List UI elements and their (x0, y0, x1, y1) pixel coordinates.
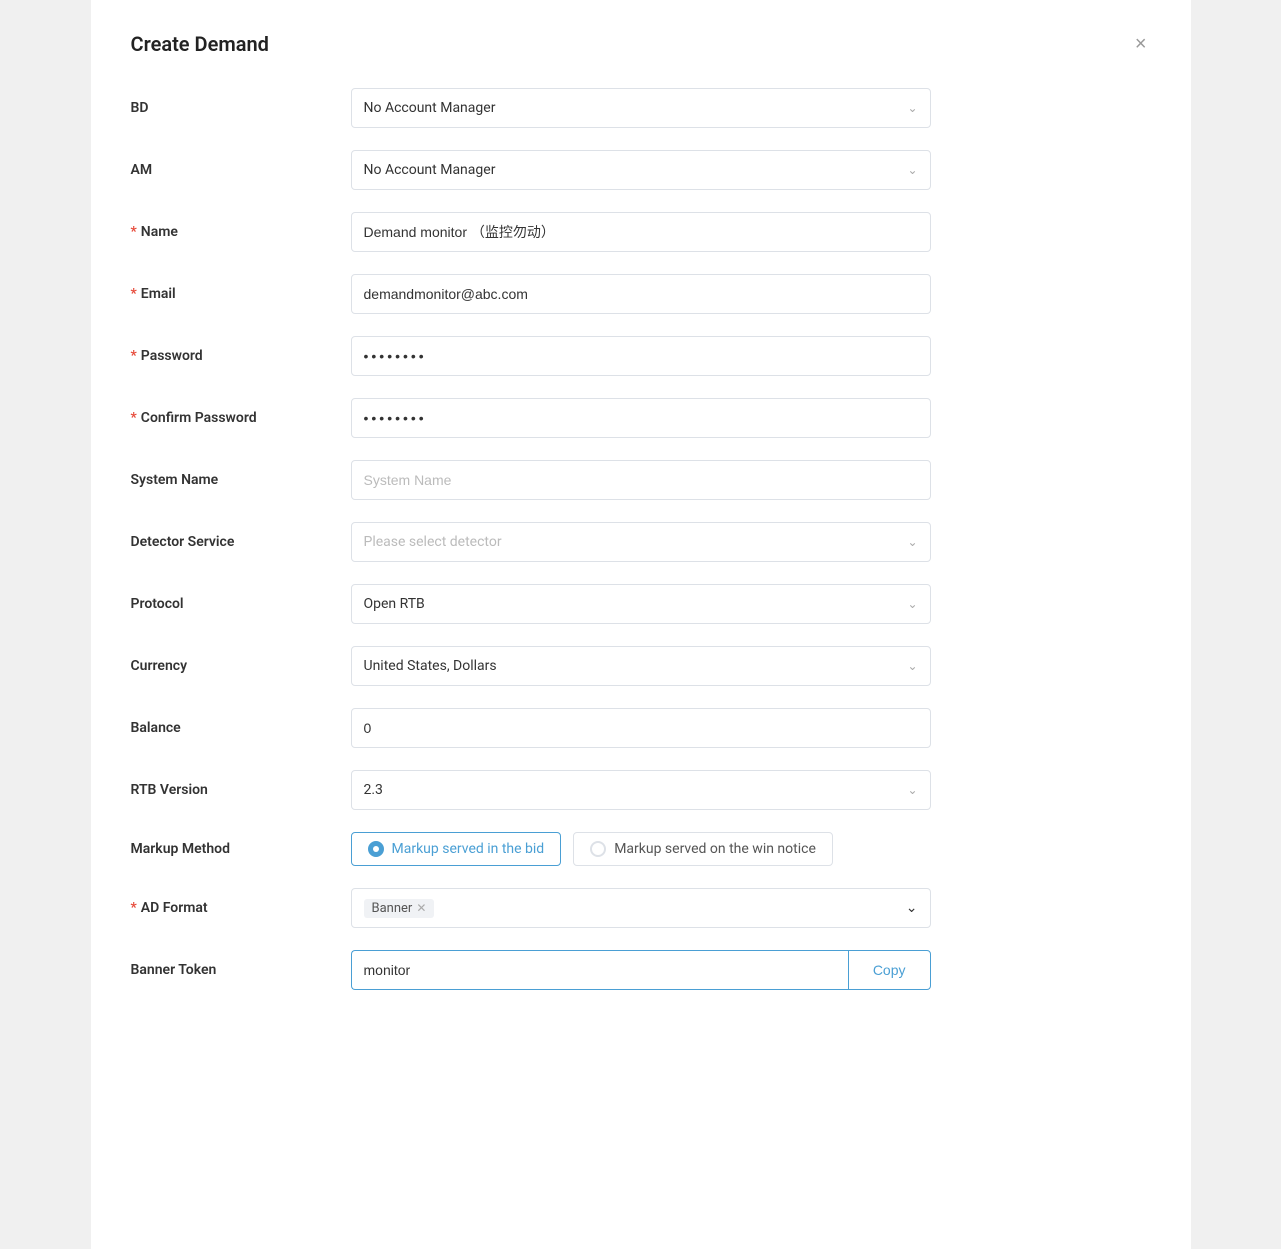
banner-token-input[interactable] (351, 950, 848, 990)
rtb-version-select[interactable]: 2.3 ⌄ (351, 770, 931, 810)
required-star-name: * (131, 224, 137, 240)
banner-token-control: Copy (351, 950, 931, 990)
detector-service-placeholder: Please select detector (364, 534, 502, 550)
rtb-version-control: 2.3 ⌄ (351, 770, 931, 810)
detector-service-chevron-icon: ⌄ (907, 535, 917, 549)
label-protocol: Protocol (131, 596, 351, 612)
detector-service-select[interactable]: Please select detector ⌄ (351, 522, 931, 562)
protocol-select[interactable]: Open RTB ⌄ (351, 584, 931, 624)
name-control (351, 212, 931, 252)
password-control (351, 336, 931, 376)
modal-header: Create Demand × (131, 30, 1151, 58)
markup-method-group: Markup served in the bid Markup served o… (351, 832, 931, 866)
confirm-password-control (351, 398, 931, 438)
markup-method-win-label: Markup served on the win notice (614, 841, 816, 857)
email-control (351, 274, 931, 314)
bd-select[interactable]: No Account Manager ⌄ (351, 88, 931, 128)
rtb-version-value: 2.3 (364, 782, 383, 798)
banner-tag-close-icon[interactable]: ✕ (416, 901, 426, 915)
system-name-control (351, 460, 931, 500)
form-row-protocol: Protocol Open RTB ⌄ (131, 584, 1151, 624)
form-row-balance: Balance (131, 708, 1151, 748)
ad-format-control: Banner ✕ ⌄ (351, 888, 931, 928)
markup-method-win-option[interactable]: Markup served on the win notice (573, 832, 833, 866)
currency-chevron-icon: ⌄ (907, 659, 917, 673)
ad-format-tags: Banner ✕ (364, 899, 435, 918)
label-balance: Balance (131, 720, 351, 736)
radio-circle-win (590, 841, 606, 857)
form-row-banner-token: Banner Token Copy (131, 950, 1151, 990)
balance-input[interactable] (351, 708, 931, 748)
form-row-password: * Password (131, 336, 1151, 376)
protocol-value: Open RTB (364, 596, 425, 612)
protocol-chevron-icon: ⌄ (907, 597, 917, 611)
label-confirm-password: * Confirm Password (131, 410, 351, 426)
copy-button[interactable]: Copy (848, 950, 931, 990)
label-markup-method: Markup Method (131, 841, 351, 857)
label-rtb-version: RTB Version (131, 782, 351, 798)
am-control: No Account Manager ⌄ (351, 150, 931, 190)
label-am: AM (131, 162, 351, 178)
required-star-password: * (131, 348, 137, 364)
bd-control: No Account Manager ⌄ (351, 88, 931, 128)
ad-format-chevron-icon: ⌄ (906, 900, 918, 916)
form-row-rtb-version: RTB Version 2.3 ⌄ (131, 770, 1151, 810)
form-row-am: AM No Account Manager ⌄ (131, 150, 1151, 190)
modal-title: Create Demand (131, 32, 269, 56)
am-select[interactable]: No Account Manager ⌄ (351, 150, 931, 190)
form-row-confirm-password: * Confirm Password (131, 398, 1151, 438)
banner-tag: Banner ✕ (364, 899, 435, 918)
markup-method-bid-option[interactable]: Markup served in the bid (351, 832, 562, 866)
label-system-name: System Name (131, 472, 351, 488)
form-row-ad-format: * AD Format Banner ✕ ⌄ (131, 888, 1151, 928)
currency-value: United States, Dollars (364, 658, 497, 674)
confirm-password-input[interactable] (351, 398, 931, 438)
form-row-email: * Email (131, 274, 1151, 314)
radio-circle-bid (368, 841, 384, 857)
label-password: * Password (131, 348, 351, 364)
label-email: * Email (131, 286, 351, 302)
label-banner-token: Banner Token (131, 962, 351, 978)
form-row-currency: Currency United States, Dollars ⌄ (131, 646, 1151, 686)
email-input[interactable] (351, 274, 931, 314)
label-currency: Currency (131, 658, 351, 674)
ad-format-select[interactable]: Banner ✕ ⌄ (351, 888, 931, 928)
create-demand-modal: Create Demand × BD No Account Manager ⌄ … (91, 0, 1191, 1249)
password-input[interactable] (351, 336, 931, 376)
label-ad-format: * AD Format (131, 900, 351, 916)
protocol-control: Open RTB ⌄ (351, 584, 931, 624)
required-star-confirm-password: * (131, 410, 137, 426)
currency-select[interactable]: United States, Dollars ⌄ (351, 646, 931, 686)
label-bd: BD (131, 100, 351, 116)
form-row-name: * Name (131, 212, 1151, 252)
form-row-system-name: System Name (131, 460, 1151, 500)
form-row-bd: BD No Account Manager ⌄ (131, 88, 1151, 128)
bd-select-value: No Account Manager (364, 100, 496, 116)
markup-method-bid-label: Markup served in the bid (392, 841, 545, 857)
bd-chevron-icon: ⌄ (907, 101, 917, 115)
label-name: * Name (131, 224, 351, 240)
balance-control (351, 708, 931, 748)
close-button[interactable]: × (1131, 30, 1151, 58)
name-input[interactable] (351, 212, 931, 252)
am-chevron-icon: ⌄ (907, 163, 917, 177)
system-name-input[interactable] (351, 460, 931, 500)
required-star-ad-format: * (131, 900, 137, 916)
form-row-detector-service: Detector Service Please select detector … (131, 522, 1151, 562)
label-detector-service: Detector Service (131, 534, 351, 550)
currency-control: United States, Dollars ⌄ (351, 646, 931, 686)
am-select-value: No Account Manager (364, 162, 496, 178)
detector-service-control: Please select detector ⌄ (351, 522, 931, 562)
form-row-markup-method: Markup Method Markup served in the bid M… (131, 832, 1151, 866)
required-star-email: * (131, 286, 137, 302)
rtb-version-chevron-icon: ⌄ (907, 783, 917, 797)
